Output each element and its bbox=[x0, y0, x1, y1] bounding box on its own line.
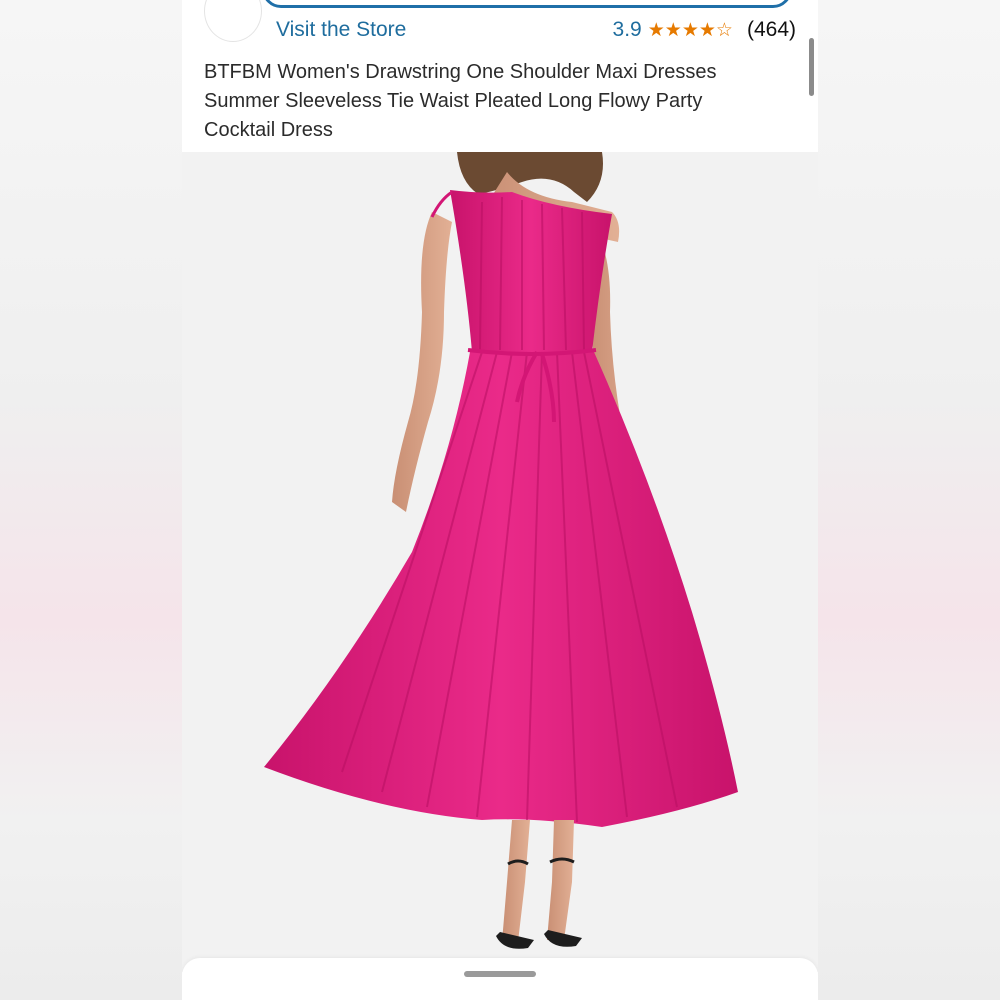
star-icon: ★ bbox=[647, 19, 665, 41]
visit-store-link[interactable]: Visit the Store bbox=[276, 18, 406, 42]
blurred-background-left bbox=[0, 0, 182, 1000]
bottom-sheet[interactable] bbox=[182, 958, 818, 1000]
store-logo[interactable] bbox=[204, 0, 262, 42]
product-page: Visit the Store 3.9 ★ ★ ★ ★ ☆ (464) BTFB… bbox=[182, 0, 818, 1000]
rating-value: 3.9 bbox=[612, 18, 642, 41]
star-rating: ★ ★ ★ ★ ☆ bbox=[648, 21, 733, 40]
rating-summary[interactable]: 3.9 ★ ★ ★ ★ ☆ (464) bbox=[613, 18, 796, 42]
product-title: BTFBM Women's Drawstring One Shoulder Ma… bbox=[204, 61, 717, 141]
blurred-background-right bbox=[818, 0, 1000, 1000]
star-icon: ★ bbox=[681, 19, 699, 41]
product-image[interactable] bbox=[182, 152, 818, 972]
scrollbar[interactable] bbox=[809, 38, 814, 96]
dress-photo bbox=[182, 152, 818, 972]
star-outline-icon: ☆ bbox=[715, 19, 733, 41]
review-count[interactable]: (464) bbox=[747, 18, 796, 42]
search-bar-edge[interactable] bbox=[262, 0, 792, 8]
sheet-drag-handle[interactable] bbox=[464, 971, 536, 977]
star-icon: ★ bbox=[664, 19, 682, 41]
star-icon: ★ bbox=[698, 19, 716, 41]
